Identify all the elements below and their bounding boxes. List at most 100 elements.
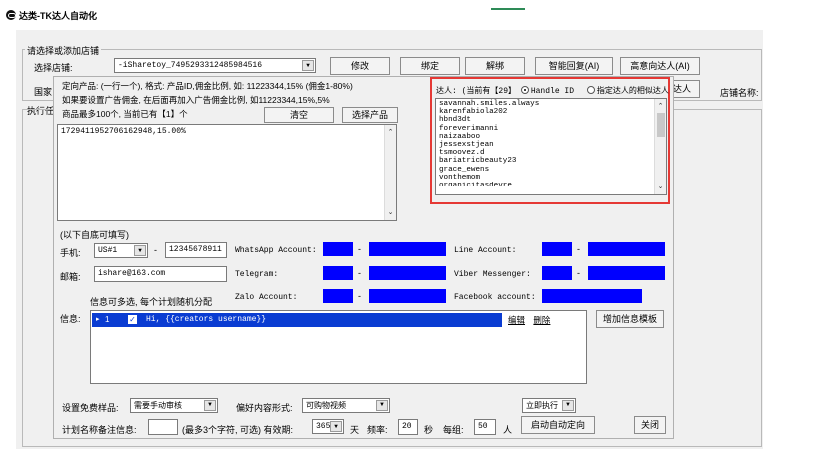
smart-reply-button[interactable]: 智能回复(AI) — [535, 57, 613, 75]
email-label: 邮箱: — [60, 272, 81, 282]
creators-textarea[interactable]: savannah.smiles.always karenfabiola202 h… — [435, 98, 667, 195]
facebook-label: Facebook account: — [454, 293, 536, 302]
chevron-down-icon[interactable]: ⌄ — [655, 181, 666, 192]
clear-products-button[interactable]: 清空 — [264, 107, 334, 123]
radio-handle-id[interactable] — [520, 86, 529, 94]
phone-country-value: US#1 — [98, 246, 118, 255]
product-intro-line1: 定向产品: (一行一个), 格式: 产品ID,佣金比例, 如: 11223344… — [62, 81, 353, 91]
creator-handle: bariatricbeauty23 — [439, 157, 517, 166]
telegram-code-input[interactable] — [323, 266, 353, 280]
phone-dash: - — [154, 245, 157, 255]
radio-similar-creators[interactable] — [586, 86, 595, 94]
free-sample-value: 需要手动审核 — [134, 401, 182, 410]
viber-number-input[interactable] — [588, 266, 665, 280]
product-textarea[interactable]: 1729411952706162948,15.00% ⌃ ⌄ — [57, 124, 397, 221]
creator-handle: hbnd3dt — [439, 116, 471, 125]
free-sample-label: 设置免费样品: — [62, 403, 119, 413]
creators-highlight-box: 达人: (当前有【29】 Handle ID 指定达人的相似达人 savanna… — [430, 77, 670, 204]
facebook-input[interactable] — [542, 289, 642, 303]
premium-creator-button[interactable]: 高意向达人(AI) — [620, 57, 700, 75]
line-code-input[interactable] — [542, 242, 572, 256]
chevron-up-icon[interactable]: ⌃ — [655, 101, 666, 112]
chevron-up-icon[interactable]: ⌃ — [385, 127, 396, 138]
radio-handle-id-label: Handle ID — [530, 87, 575, 96]
checkbox-checked-icon[interactable]: ✓ — [128, 315, 137, 324]
creator-handle: vonthemom — [439, 173, 481, 182]
message-row[interactable]: ▸ 1 ✓ Hi, {{creators username}} — [92, 313, 502, 327]
whatsapp-label: WhatsApp Account: — [235, 246, 317, 255]
chevron-down-icon[interactable]: ▼ — [204, 400, 216, 411]
messages-label: 信息: — [60, 314, 81, 324]
zalo-number-input[interactable] — [369, 289, 446, 303]
execute-mode-select[interactable]: 立即执行 ▼ — [522, 398, 576, 413]
whatsapp-number-input[interactable] — [369, 242, 446, 256]
telegram-number-input[interactable] — [369, 266, 446, 280]
group-size-input[interactable]: 50 — [474, 419, 496, 435]
chevron-down-icon[interactable]: ▼ — [134, 245, 146, 256]
optional-section-label: (以下自底可填写) — [60, 230, 129, 240]
plan-note-input[interactable] — [148, 419, 178, 435]
product-limit-text: 商品最多100个, 当前已有【1】个 — [62, 109, 188, 119]
day-unit: 天 — [350, 425, 360, 435]
multi-select-note: 信息可多选, 每个计划随机分配 — [90, 297, 213, 307]
creators-count-label: 达人: (当前有【29】 — [436, 87, 517, 96]
phone-input[interactable]: 12345678911 — [165, 242, 227, 258]
country-label: 国家 — [34, 87, 53, 97]
bind-store-button[interactable]: 绑定 — [400, 57, 460, 75]
whatsapp-code-input[interactable] — [323, 242, 353, 256]
edit-message-link[interactable]: 编辑 — [508, 315, 525, 325]
line-label: Line Account: — [454, 246, 517, 255]
validity-select[interactable]: 365 ▼ — [312, 419, 344, 434]
zalo-code-input[interactable] — [323, 289, 353, 303]
radio-similar-creators-label: 指定达人的相似达人 — [596, 86, 669, 95]
store-select-value: -iSharetoy_7495293312485984516 — [118, 61, 263, 70]
viber-label: Viber Messenger: — [454, 270, 531, 279]
telegram-label: Telegram: — [235, 270, 279, 279]
zalo-dash: - — [358, 291, 361, 301]
start-auto-target-button[interactable]: 启动自动定向 — [521, 416, 595, 434]
add-template-button[interactable]: 增加信息模板 — [596, 310, 664, 328]
creators-scrollbar[interactable]: ⌃ ⌄ — [654, 99, 666, 194]
line-number-input[interactable] — [588, 242, 665, 256]
chevron-down-icon[interactable]: ▼ — [562, 400, 574, 411]
content-type-label: 偏好内容形式: — [236, 403, 293, 413]
expand-arrow-icon[interactable]: ▸ — [96, 313, 100, 327]
line-dash: - — [577, 244, 580, 254]
plan-note-hint: (最多3个字符, 可选) 有效期: — [182, 425, 294, 435]
person-unit: 人 — [503, 425, 513, 435]
chevron-down-icon[interactable]: ▼ — [376, 400, 388, 411]
creator-handle: foreverimanni — [439, 124, 499, 133]
chevron-down-icon[interactable]: ▼ — [330, 421, 342, 432]
store-group-legend: 请选择或添加店铺 — [25, 44, 102, 57]
chevron-down-icon[interactable]: ▼ — [302, 60, 314, 71]
validity-value: 365 — [316, 422, 331, 431]
group-label: 每组: — [443, 425, 464, 435]
creator-handle: naizaaboo — [439, 132, 481, 141]
viber-code-input[interactable] — [542, 266, 572, 280]
unbind-store-button[interactable]: 解绑 — [465, 57, 525, 75]
store-label: 选择店铺: — [34, 63, 73, 73]
zalo-label: Zalo Account: — [235, 293, 298, 302]
execute-mode-value: 立即执行 — [526, 401, 558, 410]
content-type-select[interactable]: 可购物视频 ▼ — [302, 398, 390, 413]
edit-store-button[interactable]: 修改 — [330, 57, 390, 75]
product-scrollbar[interactable]: ⌃ ⌄ — [384, 125, 396, 220]
phone-country-select[interactable]: US#1 ▼ — [94, 243, 148, 258]
app-title: 达类-TK达人自动化 — [19, 11, 97, 21]
messages-list[interactable]: ▸ 1 ✓ Hi, {{creators username}} 编辑 删除 — [90, 310, 587, 384]
scroll-thumb[interactable] — [657, 113, 665, 137]
free-sample-select[interactable]: 需要手动审核 ▼ — [130, 398, 218, 413]
delete-message-link[interactable]: 删除 — [533, 315, 550, 325]
title-accent-line — [491, 8, 525, 10]
message-row-index: 1 — [105, 315, 110, 324]
email-input[interactable]: ishare@163.com — [94, 266, 227, 282]
close-button[interactable]: 关闭 — [634, 416, 666, 434]
frequency-input[interactable]: 20 — [398, 419, 418, 435]
store-select[interactable]: -iSharetoy_7495293312485984516 ▼ — [114, 58, 316, 73]
select-products-button[interactable]: 选择产品 — [342, 107, 398, 123]
content-type-value: 可购物视频 — [306, 401, 346, 410]
whatsapp-dash: - — [358, 244, 361, 254]
title-bar: 达类-TK达人自动化 — [0, 0, 815, 28]
phone-label: 手机: — [60, 248, 81, 258]
chevron-down-icon[interactable]: ⌄ — [385, 207, 396, 218]
